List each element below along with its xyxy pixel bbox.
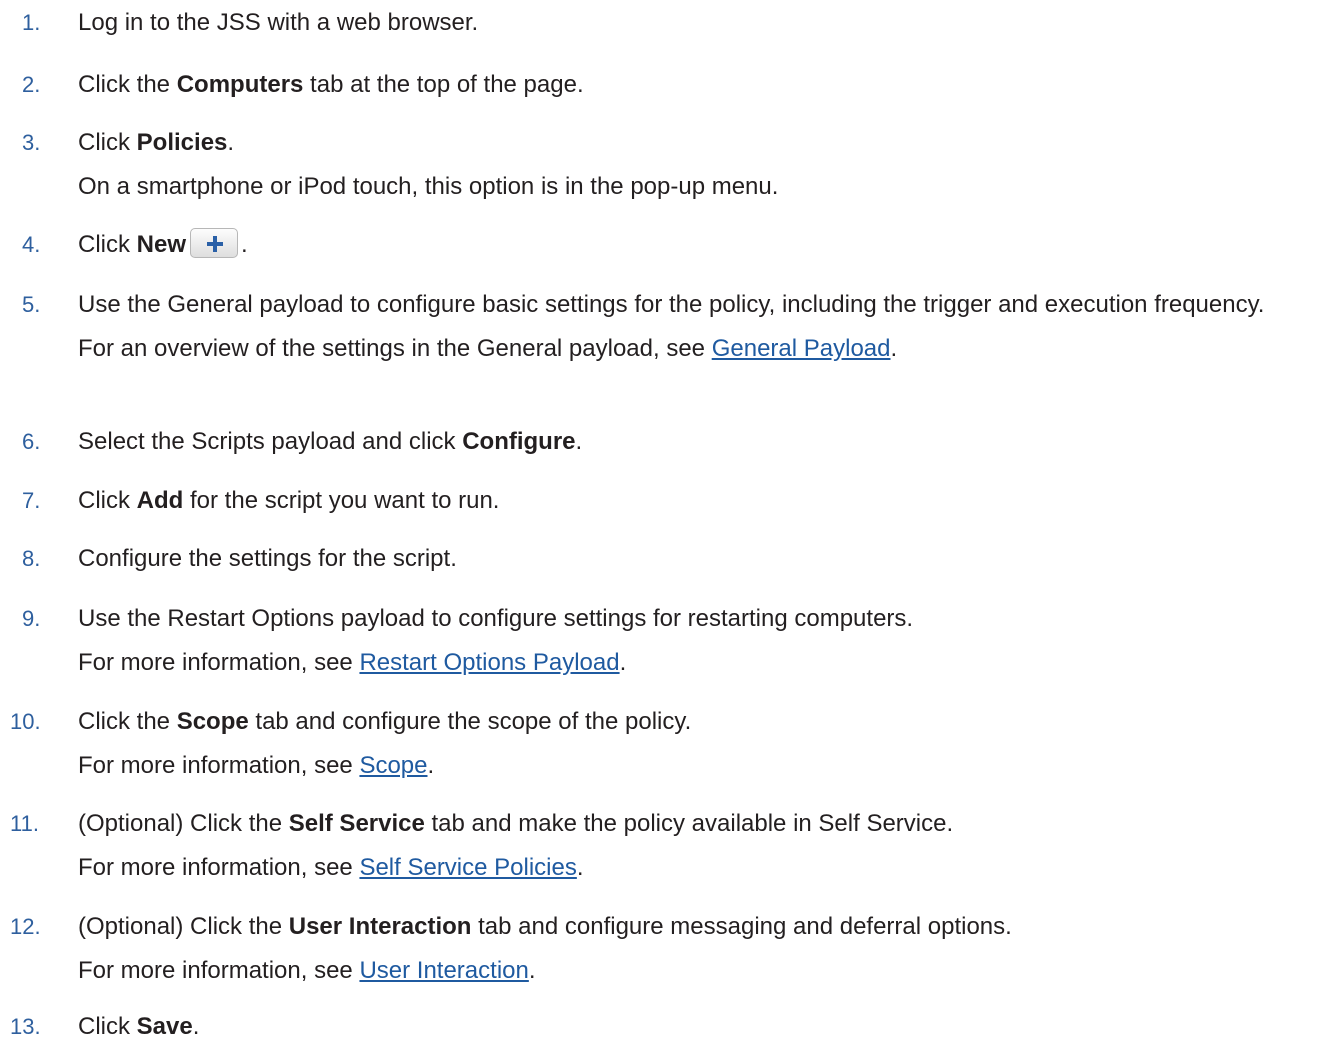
procedure-steps: 1. Log in to the JSS with a web browser.… [0, 0, 1327, 1040]
step-number: 3. [22, 130, 41, 155]
step-text: Click Add for the script you want to run… [78, 484, 1318, 518]
text-run: Click [78, 1013, 137, 1040]
step-note: On a smartphone or iPod touch, this opti… [78, 173, 779, 200]
step-text: Use the Restart Options payload to confi… [78, 605, 914, 632]
text-run: Click the [78, 71, 177, 98]
step-number: 6. [22, 429, 41, 454]
ui-term: Add [136, 487, 184, 514]
step-number: 10. [10, 709, 41, 734]
text-run: For more information, see [78, 752, 360, 779]
step-text: (Optional) Click the Self Service tab an… [78, 807, 1318, 841]
ui-term: Policies [136, 129, 228, 156]
text-run: For more information, see [78, 649, 360, 676]
text-run: (Optional) Click the [78, 810, 289, 837]
ui-term: Scope [176, 708, 249, 735]
text-run: . [427, 752, 435, 779]
text-run: . [619, 649, 627, 676]
step-number: 7. [22, 488, 41, 513]
step-note: For more information, see Self Service P… [78, 851, 1318, 885]
text-run: for the script you want to run. [183, 487, 500, 514]
step-note: For more information, see Restart Option… [78, 646, 1318, 680]
text-run: tab and configure messaging and deferral… [471, 913, 1012, 940]
plus-icon [207, 236, 224, 252]
step-note: For an overview of the settings in the G… [78, 332, 1318, 366]
step-number: 2. [22, 72, 41, 97]
text-run: . [192, 1013, 200, 1040]
text-run: For more information, see [78, 854, 360, 881]
text-run: . [576, 854, 584, 881]
ui-term: Configure [462, 428, 576, 455]
text-run: . [241, 231, 248, 258]
restart-options-payload-link[interactable]: Restart Options Payload [359, 649, 619, 676]
text-run: Click [78, 487, 137, 514]
step-text: Configure the settings for the script. [78, 545, 457, 572]
step-number: 11. [10, 811, 39, 836]
text-run: tab at the top of the page. [303, 71, 584, 98]
ui-term: Save [136, 1013, 193, 1040]
step-note: For more information, see User Interacti… [78, 954, 1318, 988]
ui-term: Computers [176, 71, 304, 98]
step-text: Click Save. [78, 1010, 1318, 1044]
step-text: Click Policies. [78, 126, 1318, 160]
step-text: Click the Computers tab at the top of th… [78, 68, 1318, 102]
step-number: 13. [10, 1014, 41, 1039]
text-run: (Optional) Click the [78, 913, 289, 940]
text-run: Click [78, 231, 137, 258]
text-run: Click the [78, 708, 177, 735]
text-run: For an overview of the settings in the G… [78, 335, 712, 362]
text-run: tab and configure the scope of the polic… [248, 708, 692, 735]
user-interaction-link[interactable]: User Interaction [359, 957, 528, 984]
step-text: Log in to the JSS with a web browser. [78, 9, 479, 36]
step-text: Click New. [78, 228, 1318, 262]
step-number: 4. [22, 232, 41, 257]
step-number: 9. [22, 606, 41, 631]
text-run: For more information, see [78, 957, 360, 984]
ui-term: User Interaction [288, 913, 472, 940]
step-number: 8. [22, 546, 41, 571]
text-run: tab and make the policy available in Sel… [424, 810, 954, 837]
general-payload-link[interactable]: General Payload [712, 335, 891, 362]
text-run: . [528, 957, 536, 984]
step-text: Use the General payload to configure bas… [78, 291, 1265, 318]
step-text: (Optional) Click the User Interaction ta… [78, 910, 1318, 944]
step-text: Select the Scripts payload and click Con… [78, 425, 1318, 459]
step-number: 12. [10, 914, 41, 939]
text-run: . [890, 335, 898, 362]
ui-term: Self Service [288, 810, 425, 837]
text-run: Select the Scripts payload and click [78, 428, 463, 455]
self-service-policies-link[interactable]: Self Service Policies [359, 854, 576, 881]
step-note: For more information, see Scope. [78, 749, 1318, 783]
scope-link[interactable]: Scope [359, 752, 427, 779]
step-number: 1. [22, 10, 41, 35]
text-run: . [227, 129, 235, 156]
step-text: Click the Scope tab and configure the sc… [78, 705, 1318, 739]
text-run: . [575, 428, 583, 455]
step-number: 5. [22, 292, 41, 317]
text-run: Click [78, 129, 137, 156]
new-button[interactable] [190, 228, 239, 258]
ui-term: New [136, 231, 187, 258]
